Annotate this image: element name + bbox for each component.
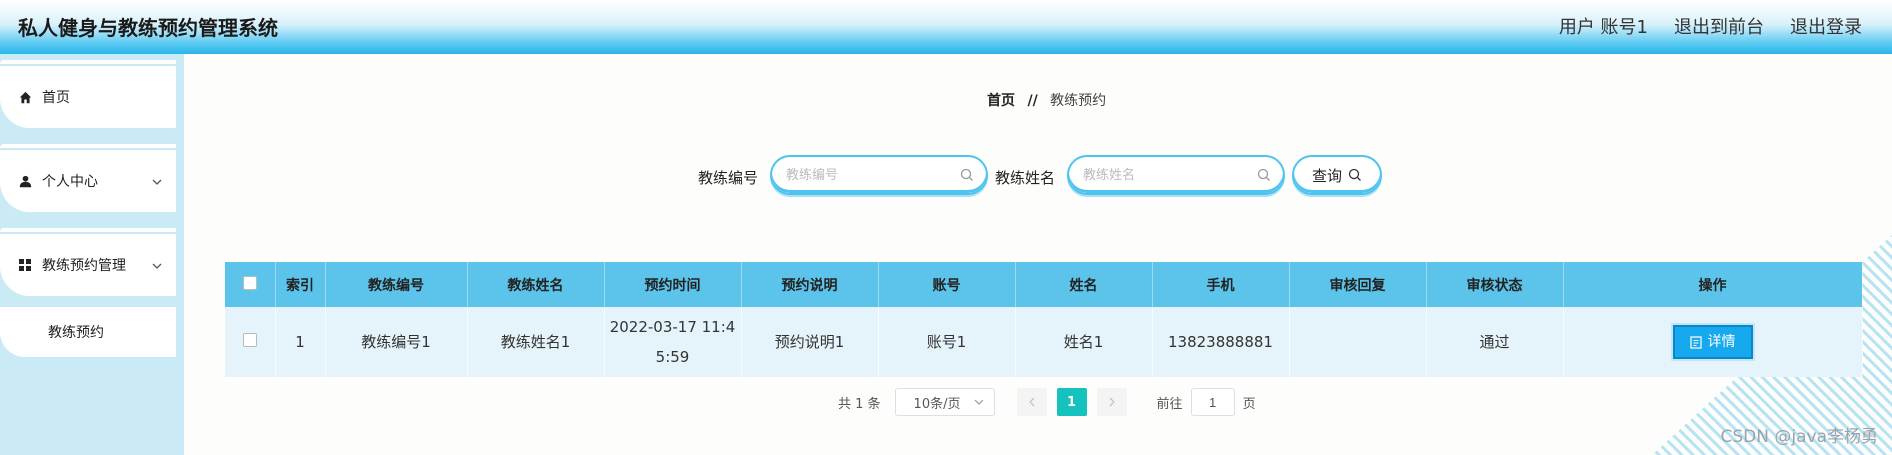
cell-review-reply	[1289, 307, 1427, 377]
page-number-button[interactable]: 1	[1056, 388, 1087, 416]
sidebar-subitem-coach-booking[interactable]: 教练预约	[0, 307, 176, 357]
cell-name: 姓名1	[1015, 307, 1153, 377]
front-page-link[interactable]: 退出到前台	[1674, 13, 1764, 39]
chevron-down-icon	[152, 258, 162, 272]
page-size-value: 10条/页	[913, 396, 961, 412]
sidebar-item-home[interactable]: 首页	[0, 60, 176, 128]
detail-button[interactable]: 详情	[1672, 325, 1753, 359]
booking-time-line1: 2022-03-17 11:4	[609, 318, 736, 336]
logout-link[interactable]: 退出登录	[1790, 13, 1862, 39]
breadcrumb-separator: //	[1027, 93, 1038, 109]
chevron-down-icon	[152, 174, 162, 188]
home-icon	[18, 90, 32, 104]
coach-no-label: 教练编号	[698, 169, 759, 187]
page-suffix: 页	[1242, 396, 1256, 412]
sidebar-subitem-label: 教练预约	[48, 325, 104, 341]
coach-name-input[interactable]	[1067, 155, 1285, 195]
sidebar-item-booking-management[interactable]: 教练预约管理	[0, 228, 176, 296]
sidebar: 首页 个人中心 教练预约管理 教练预约	[0, 54, 184, 455]
watermark: CSDN @java李杨勇	[1720, 427, 1879, 447]
cell-actions: 详情	[1563, 307, 1863, 377]
page-size-select[interactable]: 10条/页	[894, 388, 995, 416]
coach-no-input[interactable]	[770, 155, 988, 195]
column-header: 教练编号	[325, 262, 468, 307]
detail-button-label: 详情	[1707, 334, 1736, 350]
select-all-checkbox[interactable]	[242, 275, 257, 290]
goto-label: 前往	[1156, 396, 1183, 412]
column-header: 账号	[878, 262, 1016, 307]
sidebar-item-label: 首页	[42, 90, 70, 106]
booking-time-line2: 5:59	[655, 348, 690, 366]
prev-page-button[interactable]	[1016, 388, 1047, 416]
booking-table: 索引 教练编号 教练姓名 预约时间 预约说明 账号 姓名 手机 审核回复 审核状…	[225, 262, 1863, 377]
column-header: 预约时间	[604, 262, 742, 307]
cell-description: 预约说明1	[741, 307, 879, 377]
cell-review-status: 通过	[1426, 307, 1564, 377]
column-header: 教练姓名	[467, 262, 605, 307]
cell-index: 1	[275, 307, 326, 377]
column-header: 审核状态	[1426, 262, 1564, 307]
next-page-button[interactable]	[1096, 388, 1127, 416]
column-header: 姓名	[1015, 262, 1153, 307]
row-checkbox[interactable]	[242, 333, 257, 347]
breadcrumb-current: 教练预约	[1050, 93, 1107, 109]
coach-name-label: 教练姓名	[995, 169, 1056, 187]
app-header: 私人健身与教练预约管理系统 用户 账号1 退出到前台 退出登录	[0, 0, 1892, 54]
table-row: 1 教练编号1 教练姓名1 2022-03-17 11:4 5:59 预约说明1…	[225, 307, 1863, 377]
query-button[interactable]: 查询	[1292, 155, 1382, 195]
total-count: 共 1 条	[838, 396, 881, 412]
breadcrumb: 首页 // 教练预约	[987, 90, 1106, 110]
cell-booking-time: 2022-03-17 11:4 5:59	[604, 307, 742, 377]
column-header: 索引	[275, 262, 326, 307]
search-icon	[1257, 168, 1271, 182]
document-icon	[1689, 335, 1702, 349]
query-button-label: 查询	[1311, 166, 1342, 185]
sidebar-item-personal-center[interactable]: 个人中心	[0, 144, 176, 212]
table-header-row: 索引 教练编号 教练姓名 预约时间 预约说明 账号 姓名 手机 审核回复 审核状…	[225, 262, 1863, 307]
search-icon	[1348, 168, 1362, 182]
column-header: 操作	[1563, 262, 1863, 307]
column-header: 审核回复	[1289, 262, 1427, 307]
cell-coach-name: 教练姓名1	[467, 307, 605, 377]
select-all-checkbox-cell[interactable]	[225, 262, 276, 307]
grid-icon	[18, 258, 32, 272]
pagination: 共 1 条 10条/页 1 前往 页	[838, 387, 1256, 417]
row-checkbox-cell[interactable]	[225, 307, 276, 377]
goto-page-input[interactable]	[1190, 388, 1235, 416]
search-icon	[960, 168, 974, 182]
chevron-left-icon	[1028, 397, 1035, 407]
column-header: 手机	[1152, 262, 1290, 307]
cell-account: 账号1	[878, 307, 1016, 377]
chevron-right-icon	[1109, 397, 1115, 407]
user-account-label[interactable]: 用户 账号1	[1559, 13, 1648, 39]
chevron-down-icon	[974, 399, 984, 405]
user-icon	[18, 174, 32, 188]
app-title: 私人健身与教练预约管理系统	[18, 16, 278, 40]
sidebar-item-label: 教练预约管理	[42, 258, 126, 274]
cell-coach-no: 教练编号1	[325, 307, 468, 377]
sidebar-item-label: 个人中心	[42, 174, 98, 190]
cell-phone: 13823888881	[1152, 307, 1290, 377]
breadcrumb-home[interactable]: 首页	[987, 93, 1015, 109]
column-header: 预约说明	[741, 262, 879, 307]
header-nav: 用户 账号1 退出到前台 退出登录	[1559, 13, 1862, 39]
